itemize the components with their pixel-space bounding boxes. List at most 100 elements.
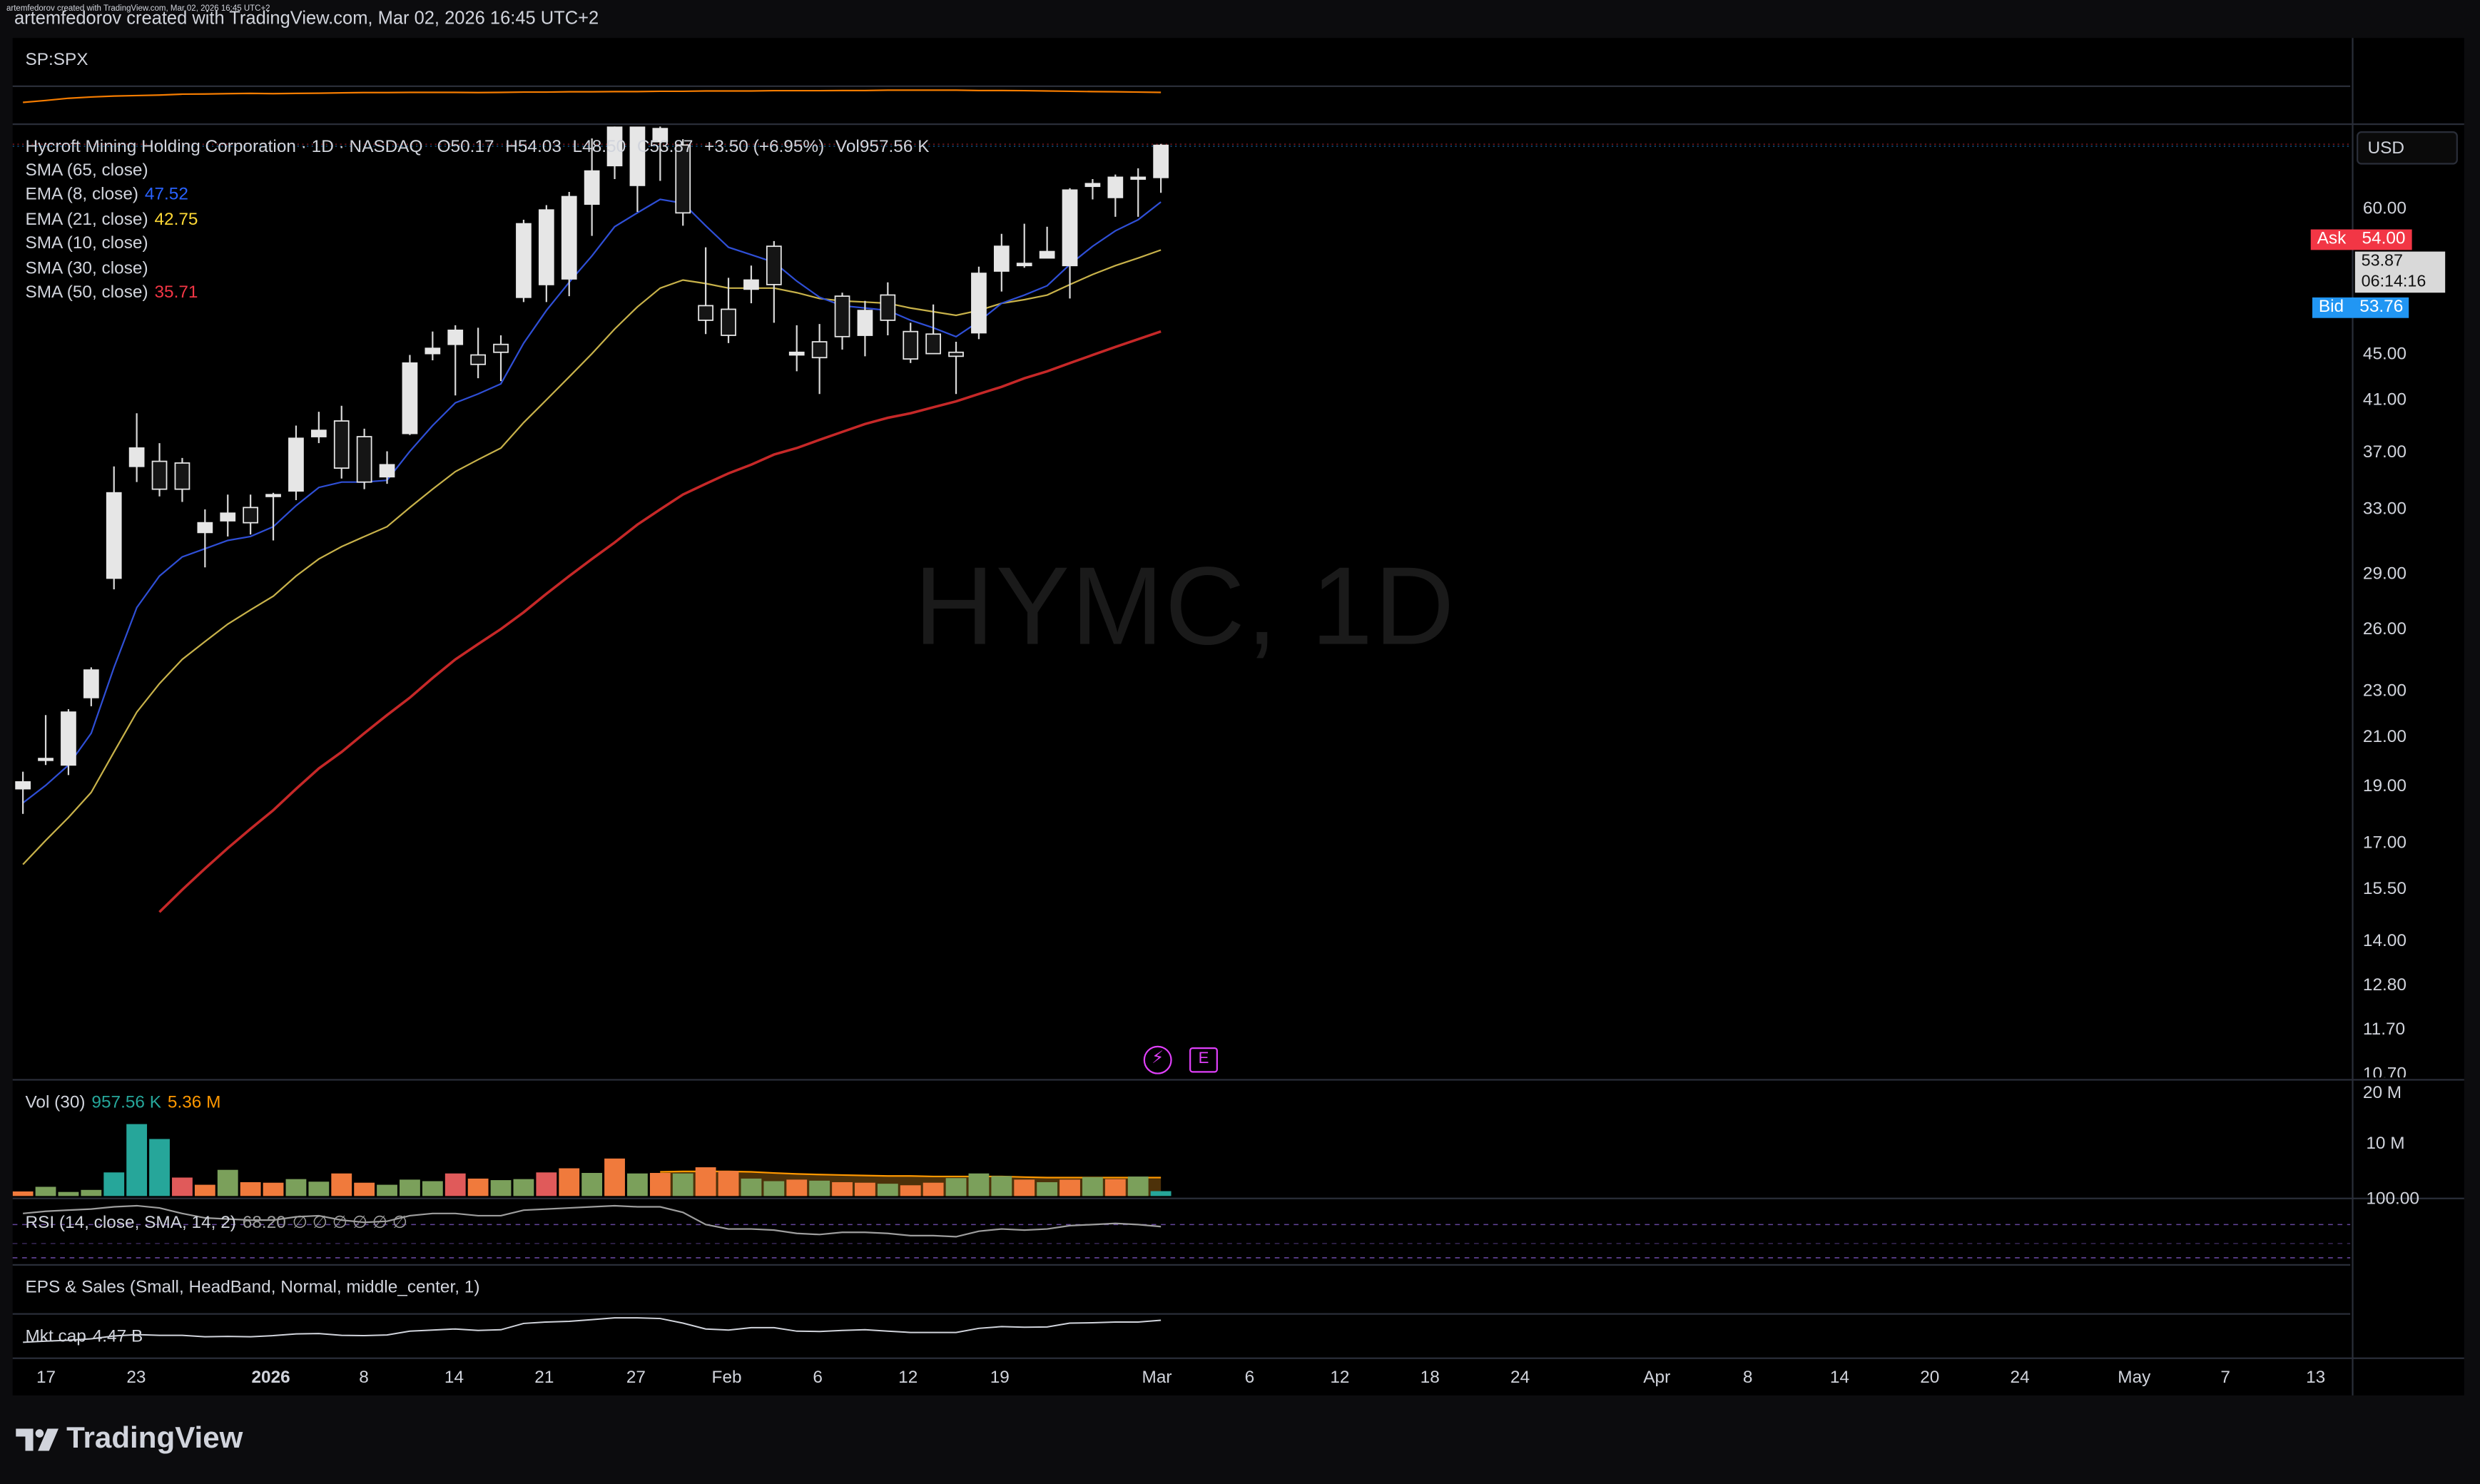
price-tick: 29.00 bbox=[2362, 564, 2407, 584]
candle-body bbox=[197, 522, 213, 534]
volume-bar bbox=[991, 1176, 1012, 1196]
mktcap-value: 4.47 B bbox=[92, 1327, 143, 1347]
time-tick: Mar bbox=[1142, 1368, 1172, 1388]
chart-scaler: artemfedorov created with TradingView.co… bbox=[0, 0, 2480, 1484]
time-tick: 12 bbox=[898, 1368, 918, 1388]
mktcap-label: Mkt cap bbox=[25, 1327, 86, 1347]
volume-bar bbox=[877, 1184, 898, 1196]
open-label: O bbox=[437, 137, 451, 157]
candle-body bbox=[61, 711, 76, 766]
volume-bar bbox=[559, 1168, 580, 1196]
rsi-legend[interactable]: RSI (14, close, SMA, 14, 2) 68.20 ∅ ∅ ∅ ∅ … bbox=[25, 1212, 407, 1233]
volume-bar bbox=[354, 1182, 375, 1196]
mktcap-line bbox=[23, 1317, 1162, 1343]
indicator-value: 42.75 bbox=[154, 210, 198, 230]
indicator-label: SMA (50, close) bbox=[25, 283, 148, 303]
chart-plot[interactable] bbox=[0, 0, 2480, 1484]
volume-ma-value: 5.36 M bbox=[167, 1093, 221, 1112]
candle-body bbox=[402, 362, 418, 434]
candle-body bbox=[265, 494, 281, 497]
rsi-value: 68.20 bbox=[242, 1213, 286, 1233]
candle-body bbox=[1062, 189, 1078, 267]
volume-bar bbox=[12, 1191, 34, 1196]
candle-body bbox=[470, 354, 487, 365]
candle-body bbox=[174, 462, 190, 490]
price-tick: 10.70 bbox=[2362, 1064, 2407, 1078]
indicator-value: 47.52 bbox=[144, 185, 188, 205]
indicator-ema21[interactable]: EMA (21, close) 42.75 bbox=[25, 210, 198, 230]
volume-bar bbox=[809, 1180, 830, 1196]
price-tick: 21.00 bbox=[2362, 728, 2407, 747]
indicator-sma10[interactable]: SMA (10, close) bbox=[25, 234, 148, 253]
candle-body bbox=[128, 447, 145, 467]
symbol-name: Hycroft Mining Holding Corporation · 1D … bbox=[25, 137, 423, 157]
indicator-sma30[interactable]: SMA (30, close) bbox=[25, 260, 148, 279]
brand-name: TradingView bbox=[66, 1422, 243, 1456]
ask-price-tag: Ask 54.00 bbox=[2310, 229, 2412, 250]
high-value: 54.03 bbox=[517, 137, 561, 157]
candle-body bbox=[310, 430, 327, 437]
volume-bar bbox=[35, 1186, 56, 1196]
sma50-line bbox=[158, 330, 1162, 913]
price-tick: 15.50 bbox=[2362, 879, 2407, 899]
candle-body bbox=[151, 460, 168, 490]
volume-bar bbox=[1082, 1176, 1103, 1196]
candle-body bbox=[584, 170, 600, 205]
time-tick: 20 bbox=[1920, 1368, 1940, 1388]
time-tick: 19 bbox=[990, 1368, 1010, 1388]
candle-body bbox=[766, 245, 782, 285]
candle-body bbox=[993, 245, 1010, 272]
change-value: +3.50 (+6.95%) bbox=[704, 137, 825, 157]
candle-body bbox=[834, 295, 850, 337]
indicator-sma50[interactable]: SMA (50, close) 35.71 bbox=[25, 283, 198, 303]
indicator-ema8[interactable]: EMA (8, close) 47.52 bbox=[25, 185, 188, 204]
last-price-tag: 53.87 06:14:16 bbox=[2354, 251, 2446, 293]
price-tick: 60.00 bbox=[2362, 199, 2407, 219]
volume-bar bbox=[1059, 1179, 1080, 1196]
time-tick: 6 bbox=[1244, 1368, 1255, 1388]
rsi-tick: 100.00 bbox=[2366, 1189, 2419, 1209]
last-price-value: 53.87 bbox=[2361, 251, 2403, 271]
indicator-sma65[interactable]: SMA (65, close) bbox=[25, 161, 148, 181]
indicator-label: SMA (65, close) bbox=[25, 161, 148, 181]
volume-bar bbox=[263, 1182, 284, 1196]
time-tick: 27 bbox=[626, 1368, 646, 1388]
volume-bar bbox=[1014, 1179, 1035, 1196]
volume-bar bbox=[604, 1158, 625, 1196]
indicator-label: EMA (8, close) bbox=[25, 185, 139, 205]
dividends-event-icon[interactable]: ⚡ bbox=[1143, 1045, 1172, 1074]
ask-label: Ask bbox=[2317, 229, 2347, 249]
volume-bar bbox=[741, 1178, 762, 1196]
candle-body bbox=[333, 420, 350, 469]
volume-bar bbox=[444, 1173, 466, 1196]
tradingview-logo[interactable]: TradingView bbox=[16, 1423, 243, 1458]
earnings-event-icon[interactable]: E bbox=[1189, 1047, 1218, 1073]
candle-body bbox=[948, 351, 964, 357]
price-tick: 11.70 bbox=[2362, 1020, 2406, 1040]
currency-selector[interactable]: USD bbox=[2357, 131, 2458, 165]
volume-bar bbox=[58, 1191, 79, 1196]
symbol-legend[interactable]: Hycroft Mining Holding Corporation · 1D … bbox=[25, 138, 929, 157]
compare-symbol-label[interactable]: SP:SPX bbox=[25, 51, 88, 70]
volume-legend[interactable]: Vol (30) 957.56 K 5.36 M bbox=[25, 1093, 220, 1112]
volume-bar bbox=[422, 1181, 443, 1196]
indicator-value: 35.71 bbox=[154, 283, 198, 303]
spx-compare-line bbox=[23, 89, 1162, 103]
volume-tick: 20 M bbox=[2362, 1083, 2402, 1103]
volume-bar bbox=[308, 1181, 330, 1196]
candle-body bbox=[1016, 263, 1032, 267]
eps-sales-legend[interactable]: EPS & Sales (Small, HeadBand, Normal, mi… bbox=[25, 1279, 479, 1298]
candle-body bbox=[220, 512, 236, 522]
time-tick: Feb bbox=[711, 1368, 742, 1388]
candle-body bbox=[356, 436, 372, 483]
bid-value: 53.76 bbox=[2359, 297, 2404, 317]
mktcap-legend[interactable]: Mkt cap 4.47 B bbox=[25, 1327, 143, 1346]
volume-bar bbox=[695, 1167, 716, 1196]
volume-bar bbox=[900, 1185, 921, 1196]
time-tick: 8 bbox=[1742, 1368, 1753, 1388]
candle-body bbox=[243, 507, 259, 524]
volume-bar bbox=[945, 1178, 967, 1196]
candle-body bbox=[561, 195, 577, 280]
time-tick: 13 bbox=[2306, 1368, 2326, 1388]
price-tick: 19.00 bbox=[2362, 776, 2407, 796]
